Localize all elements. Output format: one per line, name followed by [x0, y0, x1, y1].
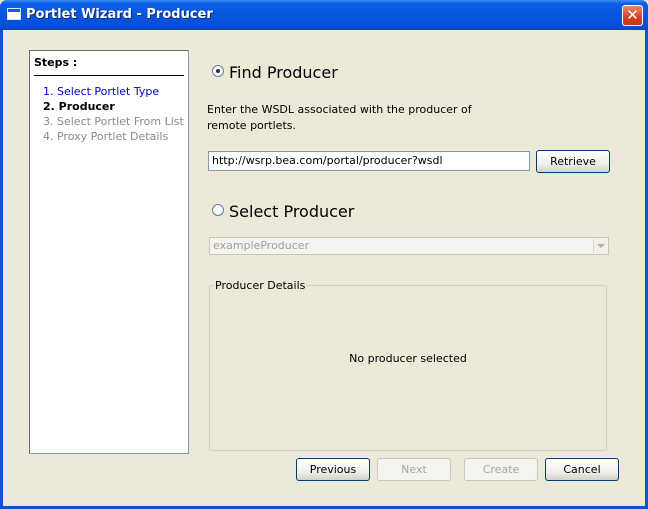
window-icon [7, 8, 21, 20]
wizard-body: Steps : 1. Select Portlet Type 2. Produc… [3, 30, 645, 506]
retrieve-button[interactable]: Retrieve [536, 150, 610, 173]
producer-dropdown-value: exampleProducer [213, 239, 310, 252]
wizard-window: Portlet Wizard - Producer ✕ Steps : 1. S… [0, 0, 648, 509]
step-proxy-portlet-details: 4. Proxy Portlet Details [43, 130, 169, 143]
next-button[interactable]: Next [377, 458, 451, 481]
step-select-portlet-from-list: 3. Select Portlet From List [43, 115, 184, 128]
chevron-down-icon[interactable] [593, 239, 607, 253]
steps-title: Steps : [34, 56, 78, 69]
select-producer-radio[interactable] [212, 204, 224, 216]
cancel-button[interactable]: Cancel [545, 458, 619, 481]
previous-button[interactable]: Previous [296, 458, 370, 481]
close-button[interactable]: ✕ [622, 5, 643, 26]
wsdl-description: Enter the WSDL associated with the produ… [207, 103, 472, 132]
wsdl-input[interactable]: http://wsrp.bea.com/portal/producer?wsdl [208, 151, 530, 171]
find-producer-radio[interactable] [212, 65, 224, 77]
step-select-portlet-type[interactable]: 1. Select Portlet Type [43, 85, 159, 98]
steps-panel: Steps : 1. Select Portlet Type 2. Produc… [29, 50, 189, 454]
select-producer-label[interactable]: Select Producer [229, 202, 354, 221]
producer-details-title: Producer Details [214, 279, 307, 292]
steps-divider [34, 75, 184, 76]
producer-dropdown[interactable]: exampleProducer [209, 237, 609, 255]
step-producer: 2. Producer [43, 100, 115, 113]
producer-details-group: Producer Details No producer selected [209, 279, 607, 451]
producer-details-message: No producer selected [349, 352, 467, 365]
window-title: Portlet Wizard - Producer [26, 7, 213, 22]
find-producer-label[interactable]: Find Producer [229, 63, 338, 82]
create-button[interactable]: Create [464, 458, 538, 481]
title-bar[interactable]: Portlet Wizard - Producer ✕ [0, 0, 648, 30]
